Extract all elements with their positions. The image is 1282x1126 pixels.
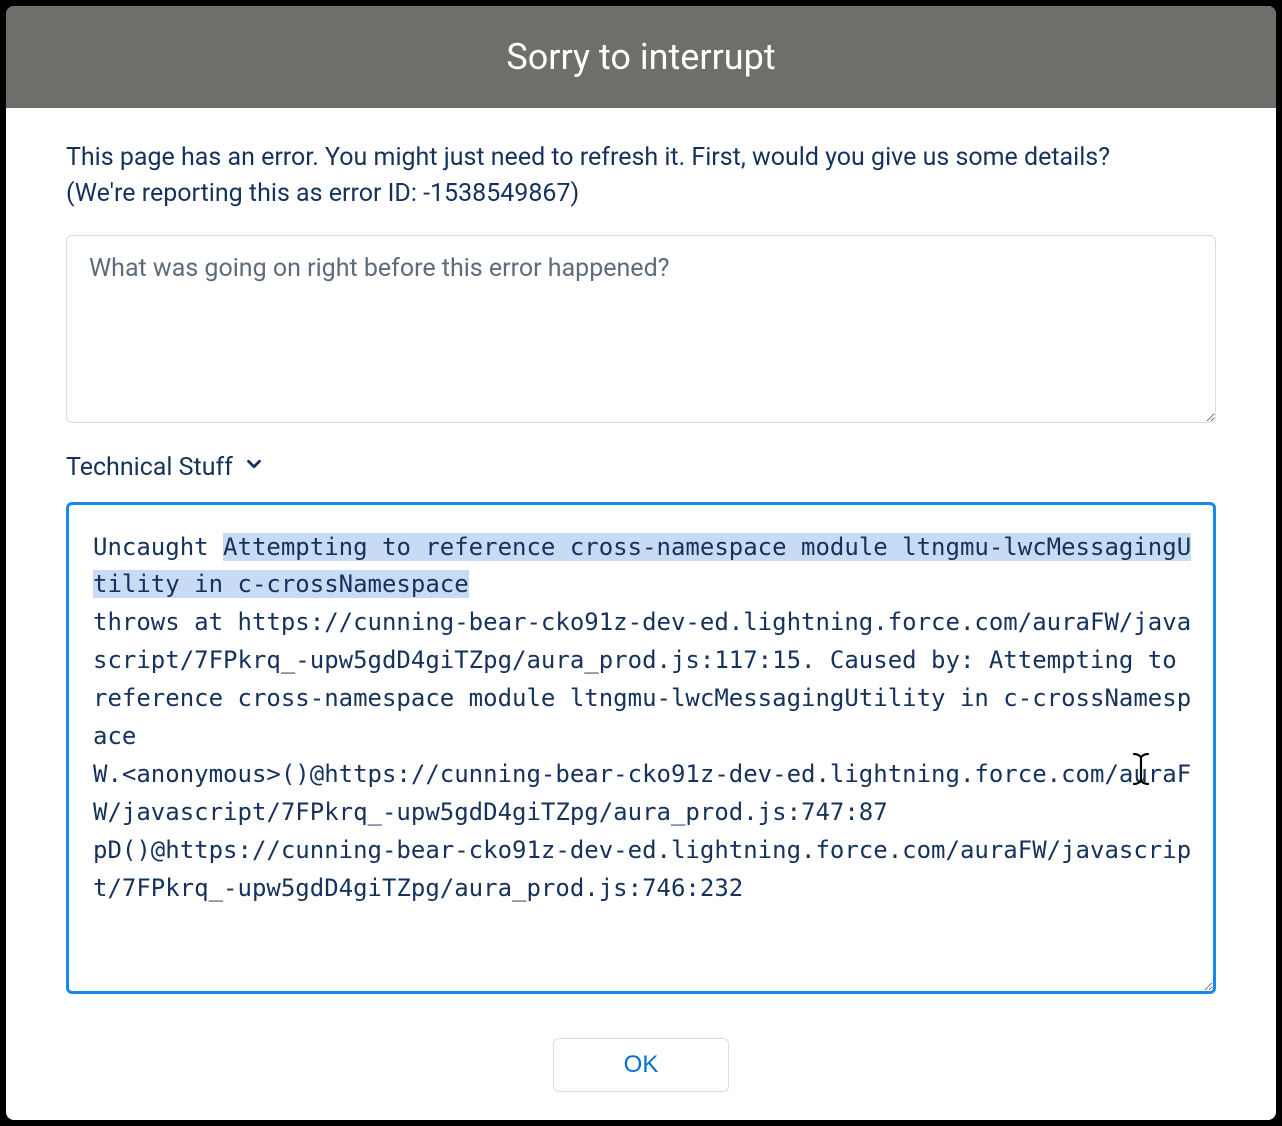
stack-prefix: Uncaught [93,533,223,561]
stack-highlight: Attempting to reference cross-namespace … [93,533,1191,599]
resize-handle-icon [1195,973,1211,989]
technical-stuff-toggle[interactable]: Technical Stuff [66,453,1216,482]
dialog-title: Sorry to interrupt [506,36,775,78]
prompt-line1: This page has an error. You might just n… [66,143,1110,172]
dialog-footer: OK [6,1014,1276,1120]
stack-trace-box[interactable]: Uncaught Attempting to reference cross-n… [66,502,1216,995]
stack-rest: throws at https://cunning-bear-cko91z-de… [93,608,1191,901]
dialog-body: This page has an error. You might just n… [6,108,1276,1014]
technical-stuff-label: Technical Stuff [66,453,233,482]
error-dialog: Sorry to interrupt This page has an erro… [6,6,1276,1120]
dialog-header: Sorry to interrupt [6,6,1276,108]
details-textarea[interactable] [66,235,1216,423]
ok-button[interactable]: OK [553,1038,730,1092]
prompt-line2: (We're reporting this as error ID: -1538… [66,179,579,208]
prompt-text: This page has an error. You might just n… [66,140,1216,213]
chevron-down-icon [243,453,265,482]
